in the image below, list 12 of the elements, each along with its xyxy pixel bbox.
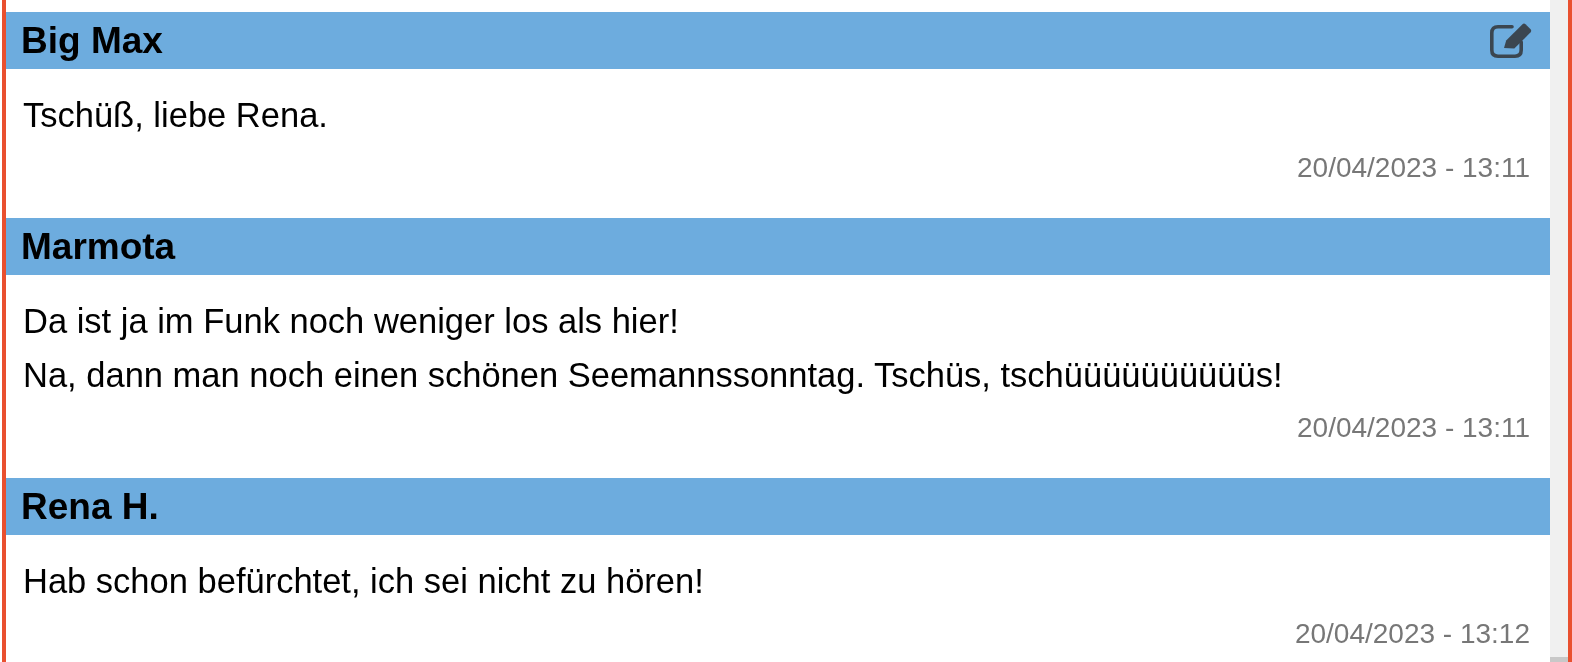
message-text: Na, dann man noch einen schönen Seemannssonntag. Tschüs, tschüüüüüüüüüüs! xyxy=(22,355,1284,396)
author-name: Marmota xyxy=(21,224,176,269)
edit-icon[interactable] xyxy=(1490,23,1533,58)
timestamp: 20/04/2023 - 13:11 xyxy=(1297,151,1530,185)
message-text: Hab schon befürchtet, ich sei nicht zu hören! xyxy=(22,561,705,602)
message-text: Da ist ja im Funk noch weniger los als hier! xyxy=(22,301,680,342)
author-name: Rena H. xyxy=(21,484,159,529)
author-name: Big Max xyxy=(21,18,163,63)
timestamp: 20/04/2023 - 13:12 xyxy=(1294,617,1530,651)
scrollbar-thumb[interactable] xyxy=(1550,657,1568,662)
message-text: Tschüß, liebe Rena. xyxy=(22,95,329,136)
timestamp: 20/04/2023 - 13:11 xyxy=(1297,411,1530,445)
